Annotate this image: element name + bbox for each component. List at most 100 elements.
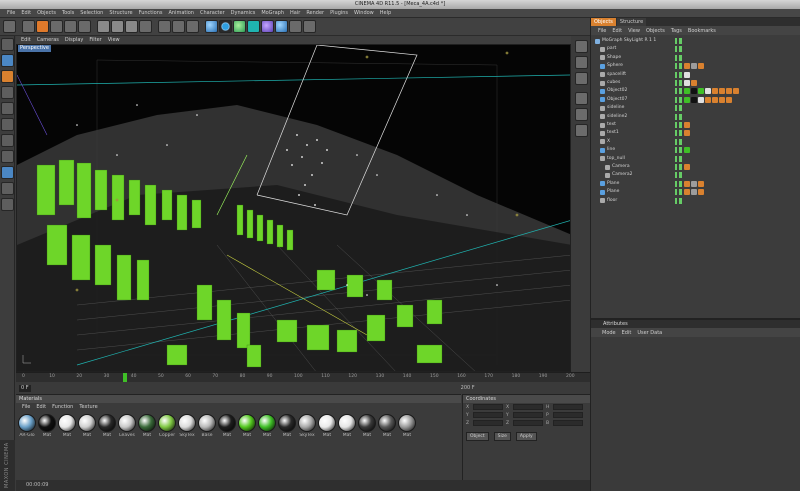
tag-icon[interactable] <box>684 147 690 154</box>
object-row[interactable]: sideline2 <box>591 113 800 121</box>
material-swatch[interactable]: Mat <box>338 414 356 438</box>
menu-item-tools[interactable]: Tools <box>59 10 77 16</box>
object-menu-file[interactable]: File <box>595 28 609 34</box>
visibility-dots[interactable] <box>675 80 682 86</box>
rotate-tool-icon[interactable] <box>64 20 77 33</box>
deformer-icon[interactable] <box>261 20 274 33</box>
material-swatch[interactable]: Mat <box>318 414 336 438</box>
tag-icon[interactable] <box>684 122 690 128</box>
render-picture-viewer-icon[interactable] <box>172 20 185 33</box>
object-row[interactable]: Plane <box>591 188 800 196</box>
tag-icon[interactable] <box>684 130 690 137</box>
coordinate-value-field[interactable] <box>553 420 583 426</box>
render-region-icon[interactable] <box>575 92 588 105</box>
coordinate-value-field[interactable] <box>473 404 503 410</box>
light-icon[interactable] <box>303 20 316 33</box>
coordinate-size-button[interactable]: Size <box>493 432 511 441</box>
tag-icon[interactable] <box>698 63 704 70</box>
edges-mode-icon[interactable] <box>1 134 14 147</box>
material-editor-icon[interactable] <box>575 108 588 121</box>
attribute-menu-user-data[interactable]: User Data <box>634 330 665 336</box>
coordinate-value-field[interactable] <box>553 404 583 410</box>
visibility-dots[interactable] <box>675 138 682 145</box>
menu-item-window[interactable]: Window <box>351 10 377 16</box>
material-swatch[interactable]: Mat <box>78 414 96 438</box>
object-menu-objects[interactable]: Objects <box>643 28 668 34</box>
object-row[interactable]: cubes <box>591 79 800 87</box>
viewport-menu-edit[interactable]: Edit <box>18 37 34 43</box>
material-swatch[interactable]: Mat <box>138 414 156 438</box>
timeline-ruler[interactable]: 0 10 20 30 40 50 60 70 80 90 100 110 120 130 140 150 160… <box>16 372 590 382</box>
menu-item-mograph[interactable]: MoGraph <box>258 10 287 16</box>
tag-icon[interactable] <box>719 88 725 95</box>
current-frame-field[interactable]: 0 F <box>19 384 31 392</box>
visibility-dots[interactable] <box>675 130 682 137</box>
coordinate-value-field[interactable] <box>513 412 543 418</box>
object-row[interactable]: Plane <box>591 180 800 188</box>
object-row[interactable]: Sphere <box>591 62 800 70</box>
playhead-marker[interactable] <box>123 373 127 382</box>
tag-icon[interactable] <box>705 88 711 95</box>
material-swatch[interactable]: Mat <box>98 414 116 438</box>
menu-item-objects[interactable]: Objects <box>34 10 59 16</box>
visibility-dots[interactable] <box>675 46 682 53</box>
tag-icon[interactable] <box>684 164 690 170</box>
material-menu-texture[interactable]: Texture <box>76 404 100 410</box>
object-row[interactable]: text1 <box>591 129 800 137</box>
object-menu-edit[interactable]: Edit <box>609 28 625 34</box>
z-axis-icon[interactable] <box>125 20 138 33</box>
coordinate-value-field[interactable] <box>513 404 543 410</box>
tag-icon[interactable] <box>684 180 690 187</box>
visibility-dots[interactable] <box>675 155 682 162</box>
render-view-icon[interactable] <box>158 20 171 33</box>
material-swatch[interactable]: Mat <box>378 414 396 438</box>
menu-item-animation[interactable]: Animation <box>165 10 197 16</box>
tag-icon[interactable] <box>684 80 690 86</box>
menu-item-edit[interactable]: Edit <box>18 10 34 16</box>
tag-icon[interactable] <box>726 96 732 103</box>
make-editable-icon[interactable] <box>1 38 14 51</box>
material-swatch[interactable]: Mat <box>258 414 276 438</box>
object-row[interactable]: Camera2 <box>591 171 800 179</box>
tag-icon[interactable] <box>684 189 690 196</box>
object-row[interactable]: Object02 <box>591 87 800 95</box>
tag-icon[interactable] <box>684 88 690 95</box>
object-row[interactable]: text <box>591 121 800 129</box>
object-row[interactable]: MoGraph SkyLight R 1 1 <box>591 37 800 45</box>
tag-icon[interactable] <box>691 88 697 95</box>
coordinate-object-button[interactable]: Object <box>466 432 489 441</box>
tag-icon[interactable] <box>684 96 690 103</box>
tag-icon[interactable] <box>712 88 718 95</box>
zoom-view-icon[interactable] <box>575 56 588 69</box>
tag-icon[interactable] <box>712 96 718 103</box>
object-row[interactable]: line <box>591 146 800 154</box>
viewport-menu-display[interactable]: Display <box>62 37 86 43</box>
attribute-menu-mode[interactable]: Mode <box>599 330 619 336</box>
visibility-dots[interactable] <box>675 96 682 103</box>
axis-mode-icon[interactable] <box>1 102 14 115</box>
menu-item-plugins[interactable]: Plugins <box>327 10 351 16</box>
tag-icon[interactable] <box>684 71 690 78</box>
visibility-dots[interactable] <box>675 147 682 154</box>
material-swatch[interactable]: SkyTex <box>178 414 196 438</box>
polygons-mode-icon[interactable] <box>1 150 14 163</box>
material-swatch[interactable]: Mat <box>358 414 376 438</box>
material-swatch[interactable]: Mat <box>38 414 56 438</box>
model-mode-icon[interactable] <box>1 54 14 67</box>
object-row[interactable]: part <box>591 45 800 53</box>
material-swatch[interactable]: Mat <box>278 414 296 438</box>
visibility-dots[interactable] <box>675 189 682 196</box>
material-swatch[interactable]: AR-Glo <box>18 414 36 438</box>
perspective-viewport[interactable]: Perspective <box>16 44 571 372</box>
snap-icon[interactable] <box>1 198 14 211</box>
coordinate-value-field[interactable] <box>473 412 503 418</box>
material-swatch[interactable]: Base <box>198 414 216 438</box>
coordinate-value-field[interactable] <box>473 420 503 426</box>
visibility-dots[interactable] <box>675 113 682 120</box>
tag-icon[interactable] <box>698 180 704 187</box>
viewport-menu-filter[interactable]: Filter <box>86 37 104 43</box>
material-menu-function[interactable]: Function <box>49 404 76 410</box>
tag-icon[interactable] <box>684 63 690 70</box>
move-tool-icon[interactable] <box>36 20 49 33</box>
visibility-dots[interactable] <box>675 197 682 204</box>
